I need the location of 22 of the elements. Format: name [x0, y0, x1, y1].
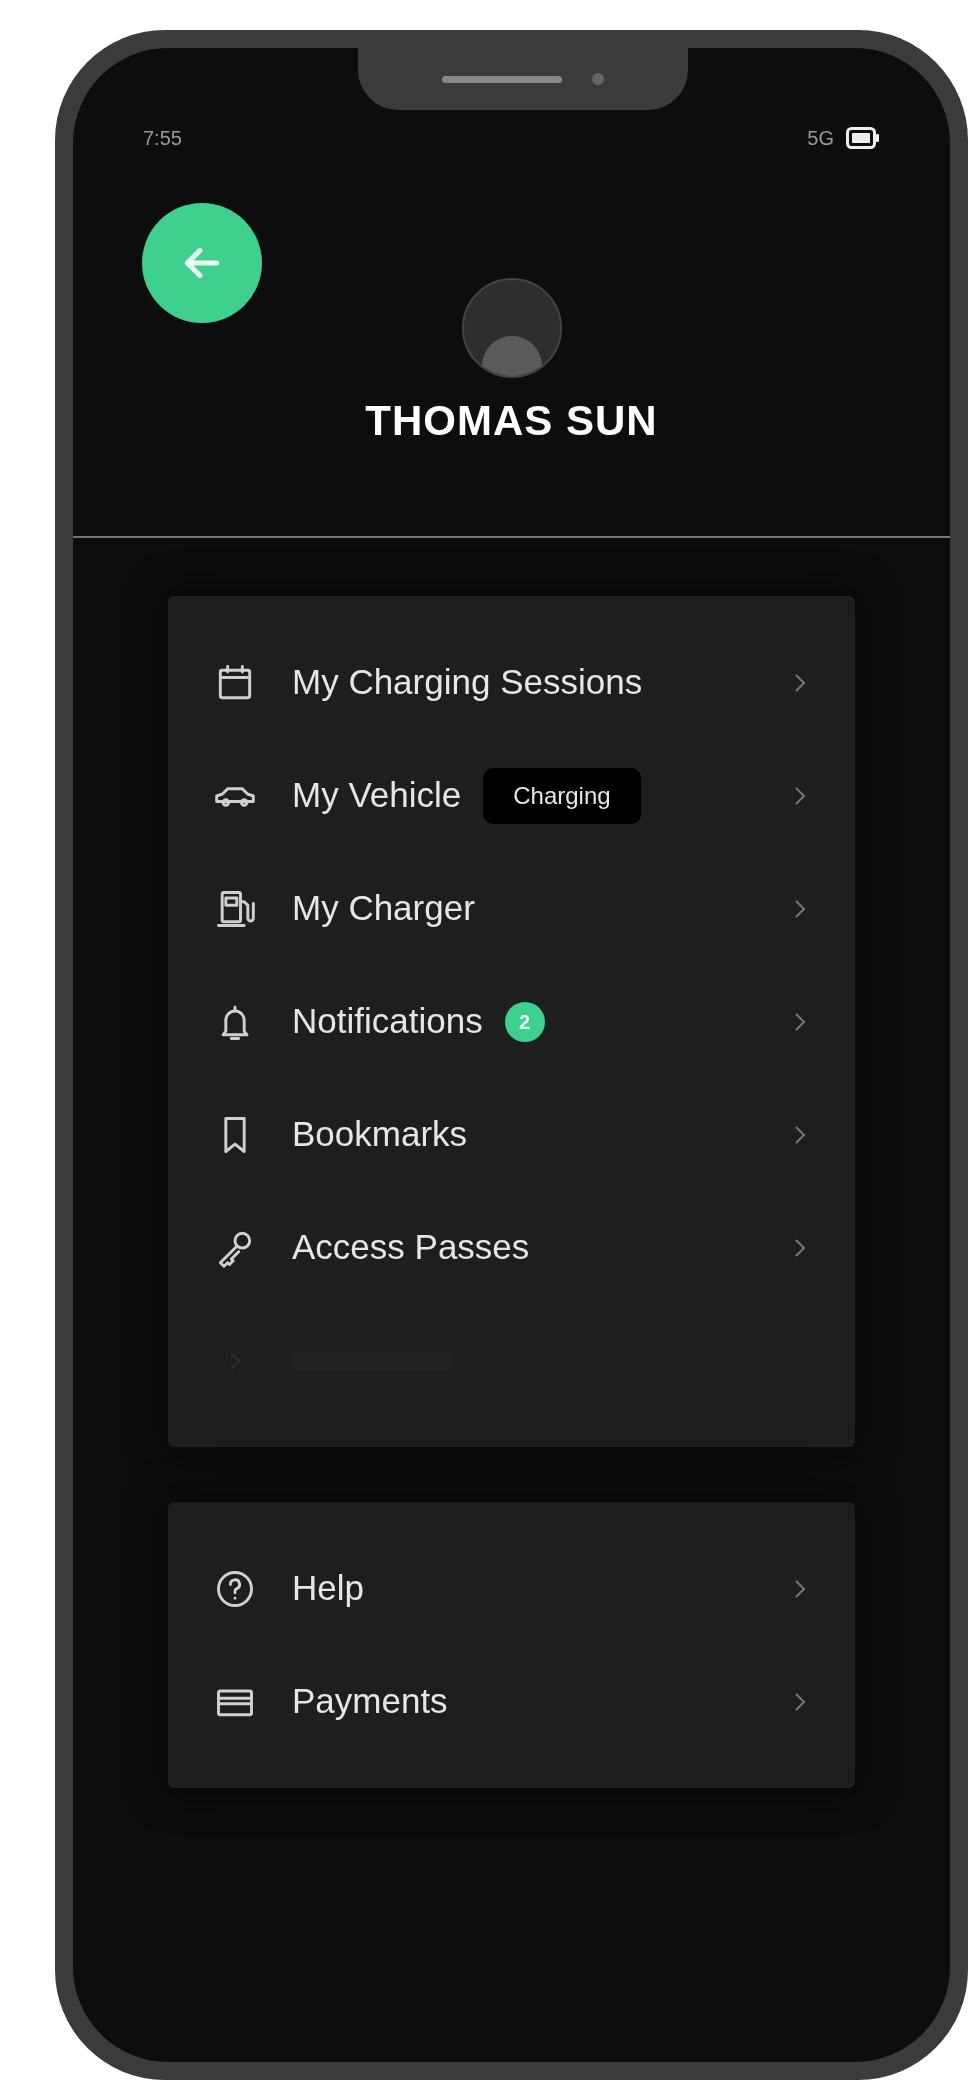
menu-label: Notifications — [292, 1000, 483, 1043]
menu-item[interactable]: My Charging Sessions — [168, 626, 855, 739]
menu-label: My Vehicle — [292, 774, 462, 817]
menu-item[interactable]: Payments — [168, 1645, 855, 1758]
menu-label: Payments — [292, 1680, 448, 1723]
menu-item[interactable]: Help — [168, 1532, 855, 1645]
menu-label: My Charging Sessions — [292, 661, 643, 704]
menu-item[interactable]: Access Passes — [168, 1191, 855, 1304]
menu-label: Bookmarks — [292, 1113, 468, 1156]
notification-badge: 2 — [504, 1001, 545, 1042]
menu-item[interactable]: Notifications 2 — [168, 965, 855, 1078]
status-time: 7:55 — [143, 126, 182, 151]
status-pill: Charging — [483, 767, 641, 824]
battery-icon — [846, 127, 880, 149]
menu-item[interactable]: My Charger — [168, 852, 855, 965]
menu-item[interactable]: Bookmarks — [168, 1078, 855, 1191]
menu-label: My Charger — [292, 887, 475, 930]
menu-label: Help — [292, 1567, 364, 1610]
menu-item[interactable]: My Vehicle Charging — [168, 739, 855, 852]
network-label: 5G — [807, 126, 834, 151]
profile-name: THOMAS SUN — [365, 400, 658, 442]
menu-label: Access Passes — [292, 1226, 530, 1269]
